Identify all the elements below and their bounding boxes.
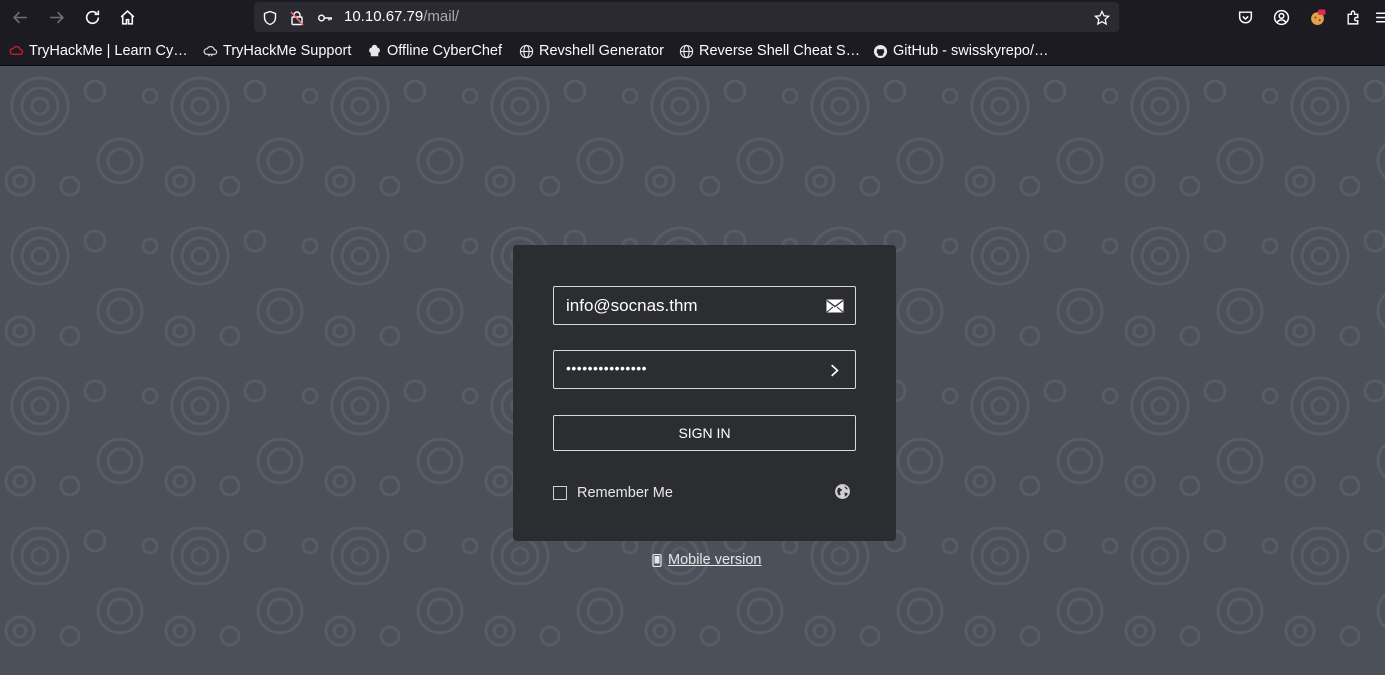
- bookmark-offline-cyberchef[interactable]: Offline CyberChef: [366, 42, 502, 60]
- url-host: 10.10.67.79: [344, 8, 424, 25]
- remember-me[interactable]: Remember Me: [553, 485, 673, 501]
- bookmark-revshell-generator[interactable]: Revshell Generator: [518, 42, 664, 60]
- insecure-lock-icon[interactable]: [288, 9, 305, 26]
- bookmark-label: Offline CyberChef: [387, 43, 502, 59]
- globe-icon: [518, 43, 534, 59]
- browser-toolbar: 10.10.67.79/mail/: [0, 0, 1385, 34]
- bookmark-label: Reverse Shell Cheat S…: [699, 43, 861, 59]
- bookmark-tryhackme-support[interactable]: TryHackMe Support: [202, 42, 351, 60]
- language-globe-icon[interactable]: [834, 483, 851, 500]
- email-field[interactable]: [553, 286, 856, 325]
- extension-cookie-icon[interactable]: [1306, 6, 1328, 28]
- key-icon[interactable]: [316, 9, 333, 26]
- cloud-icon: [202, 43, 218, 59]
- home-button[interactable]: [114, 4, 140, 30]
- bookmark-reverse-shell-cheat[interactable]: Reverse Shell Cheat S…: [678, 42, 860, 60]
- sign-in-button[interactable]: SIGN IN: [553, 415, 856, 451]
- email-input[interactable]: [554, 287, 814, 324]
- webmail-login-page: ••••••••••••••• SIGN IN Remember Me Mobi…: [0, 66, 1385, 675]
- bookmark-github-swisskyrepo[interactable]: GitHub - swisskyrepo/…: [872, 42, 1049, 60]
- remember-me-label: Remember Me: [577, 485, 673, 501]
- back-button[interactable]: [7, 4, 33, 30]
- password-field[interactable]: •••••••••••••••: [553, 350, 856, 389]
- bookmark-label: TryHackMe | Learn Cy…: [29, 43, 188, 59]
- globe-icon: [678, 43, 694, 59]
- pocket-icon[interactable]: [1234, 6, 1256, 28]
- remember-me-checkbox[interactable]: [553, 486, 567, 500]
- mobile-phone-icon: [652, 553, 662, 567]
- chevron-right-icon[interactable]: [825, 360, 845, 380]
- envelope-icon: [825, 296, 845, 316]
- bookmark-label: GitHub - swisskyrepo/…: [893, 43, 1049, 59]
- url-path: /mail/: [423, 8, 460, 25]
- menu-icon[interactable]: [1371, 6, 1385, 28]
- reload-button[interactable]: [79, 4, 105, 30]
- url-bar[interactable]: 10.10.67.79/mail/: [254, 2, 1119, 32]
- mobile-version-link[interactable]: Mobile version: [652, 552, 762, 568]
- shield-icon[interactable]: [261, 9, 278, 26]
- url-text[interactable]: 10.10.67.79/mail/: [344, 8, 459, 25]
- bookmark-tryhackme[interactable]: TryHackMe | Learn Cy…: [8, 42, 188, 60]
- github-icon: [872, 43, 888, 59]
- chef-hat-icon: [366, 43, 382, 59]
- bookmarks-toolbar: TryHackMe | Learn Cy… TryHackMe Support …: [0, 34, 1385, 66]
- bookmark-label: TryHackMe Support: [223, 43, 352, 59]
- bookmark-label: Revshell Generator: [539, 43, 664, 59]
- mobile-version-label: Mobile version: [668, 552, 762, 568]
- bookmark-star-icon[interactable]: [1093, 9, 1110, 26]
- tryhackme-icon: [8, 43, 24, 59]
- password-input[interactable]: [554, 351, 814, 388]
- account-icon[interactable]: [1270, 6, 1292, 28]
- login-form: ••••••••••••••• SIGN IN Remember Me: [513, 245, 896, 541]
- extensions-puzzle-icon[interactable]: [1342, 6, 1364, 28]
- forward-button[interactable]: [43, 4, 69, 30]
